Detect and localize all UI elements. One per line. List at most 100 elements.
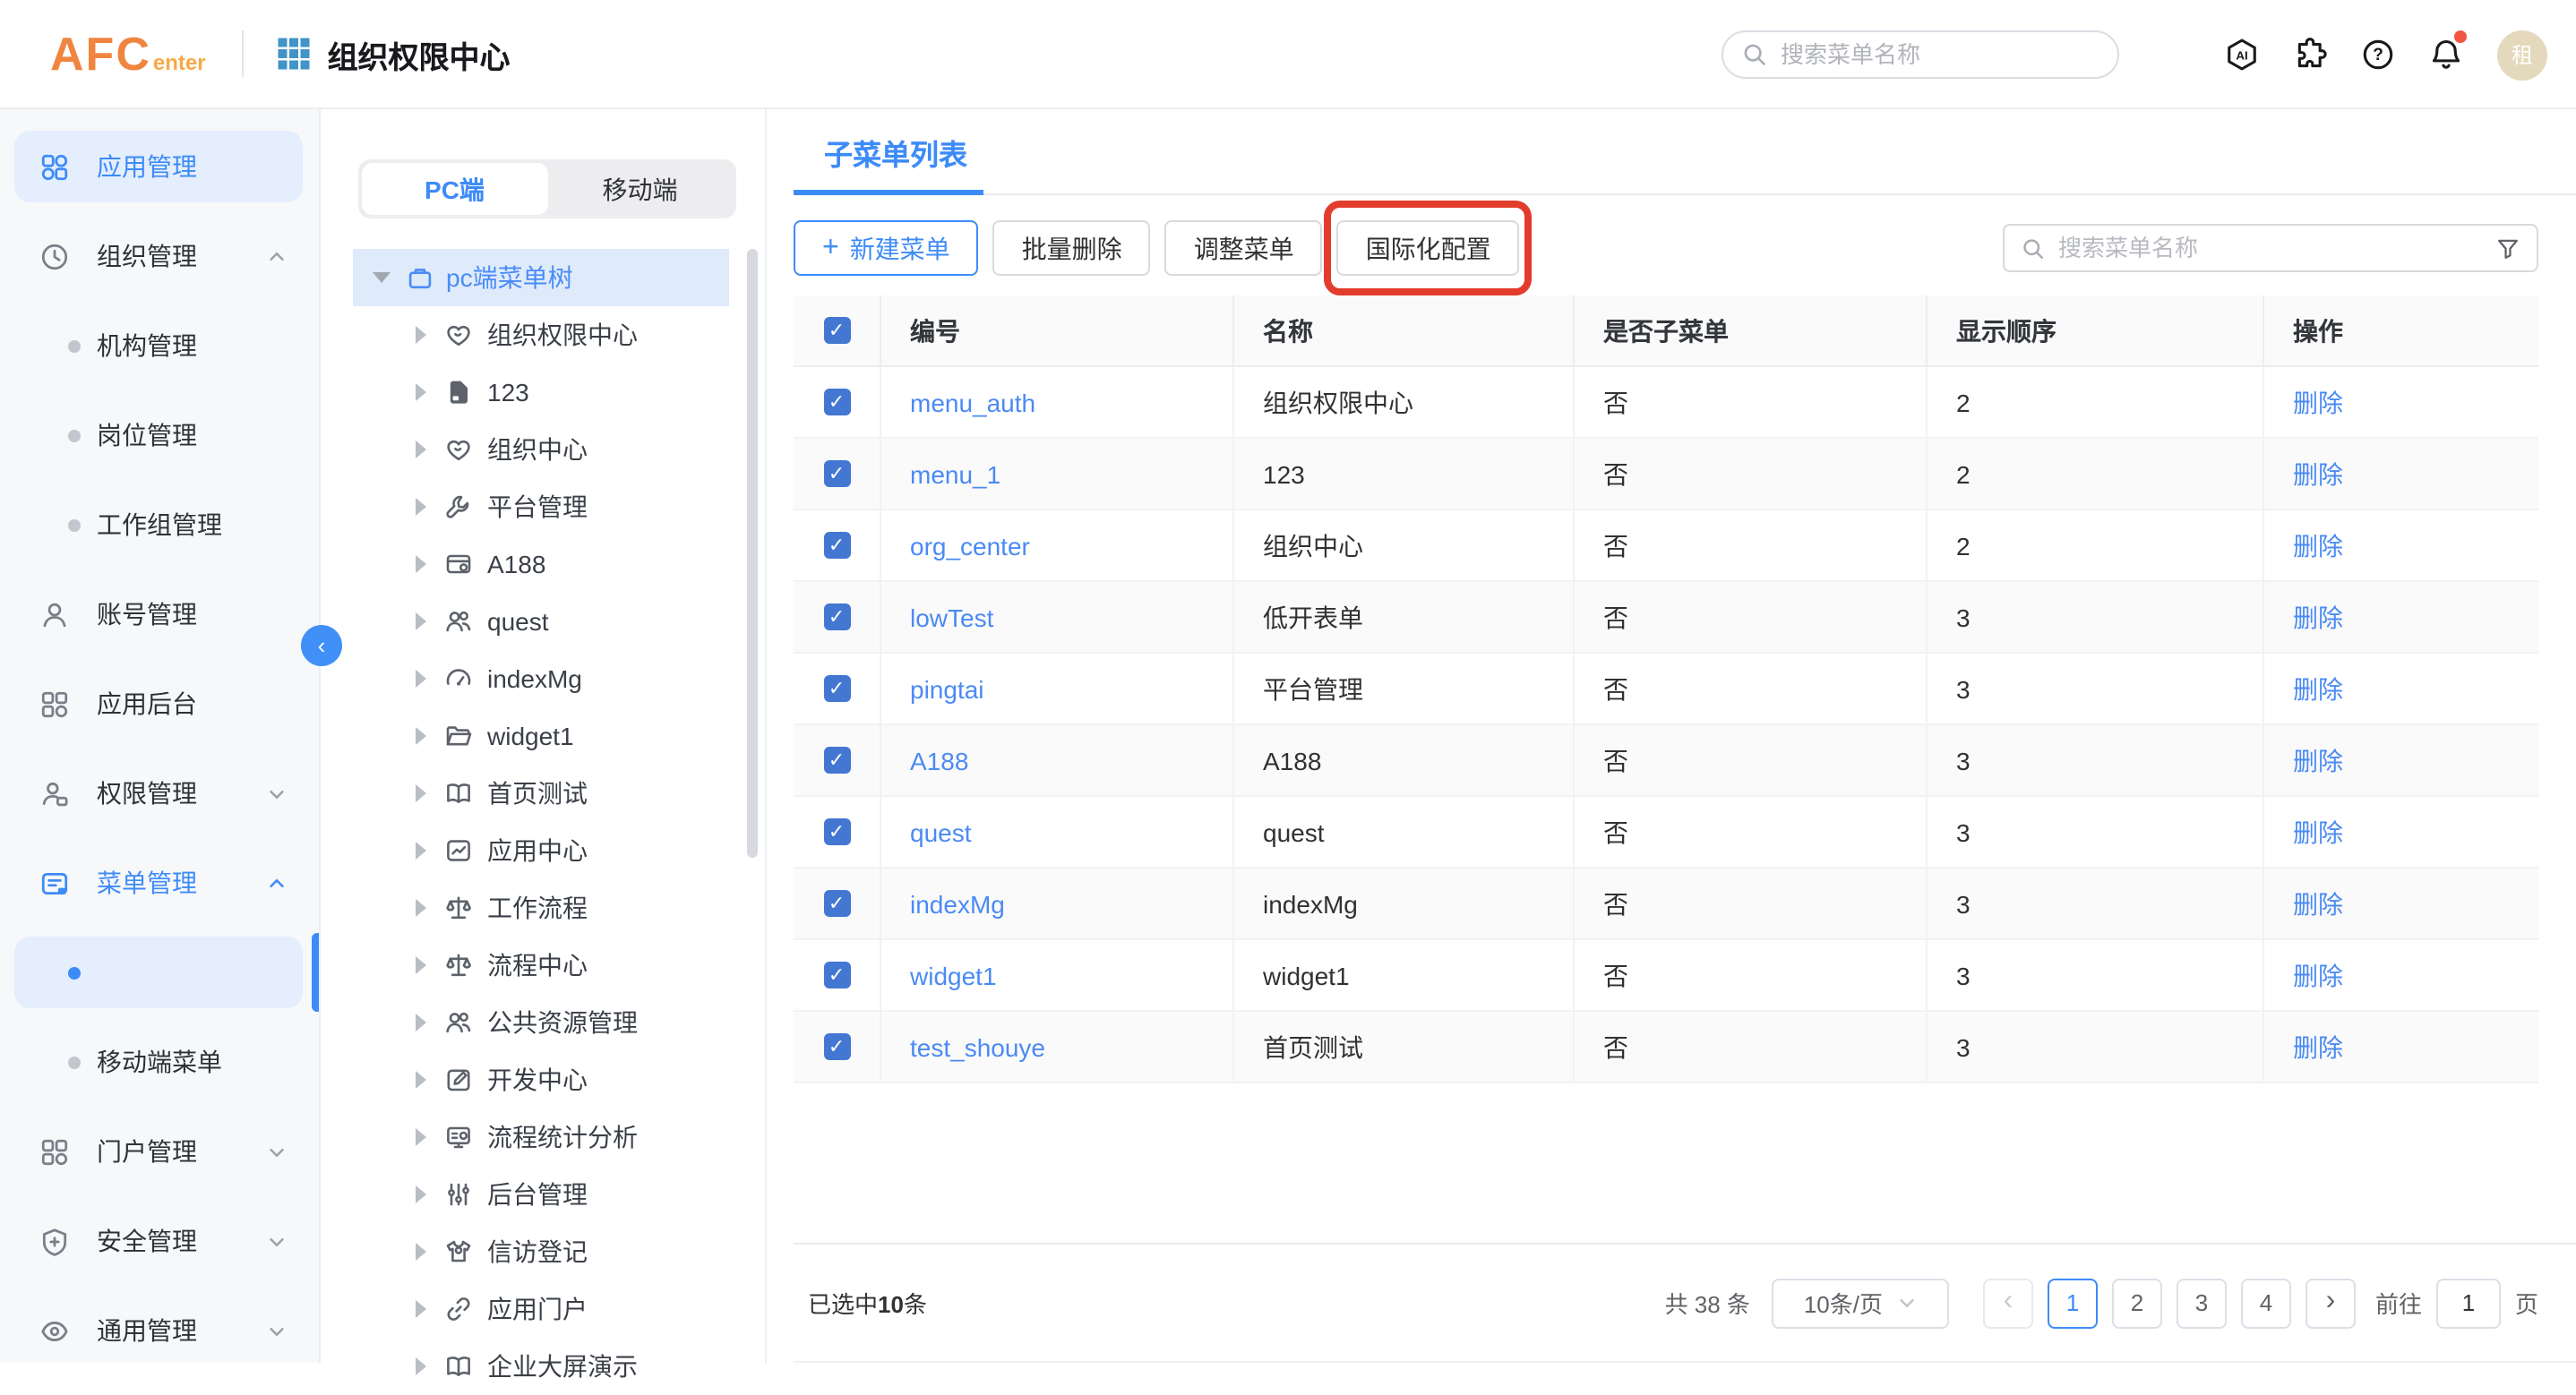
caret-right-icon[interactable]	[416, 1300, 426, 1318]
tree-node[interactable]: 123	[321, 364, 765, 421]
create-menu-button[interactable]: +新建菜单	[794, 220, 979, 276]
delete-link[interactable]: 删除	[2293, 384, 2343, 420]
sidebar-item-post-mgmt[interactable]: 岗位管理	[0, 390, 319, 480]
caret-right-icon[interactable]	[416, 326, 426, 344]
tree-node[interactable]: 首页测试	[321, 765, 765, 822]
caret-right-icon[interactable]	[416, 555, 426, 573]
tree-node[interactable]: 开发中心	[321, 1051, 765, 1108]
sidebar-item-institution-mgmt[interactable]: 机构管理	[0, 301, 319, 390]
delete-link[interactable]: 删除	[2293, 456, 2343, 492]
tree-node[interactable]: 信访登记	[321, 1223, 765, 1280]
delete-link[interactable]: 删除	[2293, 599, 2343, 635]
tree-node[interactable]: 组织权限中心	[321, 306, 765, 364]
global-search[interactable]	[1722, 30, 2119, 79]
tree-node[interactable]: A188	[321, 535, 765, 593]
tree-node[interactable]: 企业大屏演示	[321, 1338, 765, 1395]
tree-node[interactable]: indexMg	[321, 650, 765, 707]
row-checkbox[interactable]: ✓	[823, 1033, 850, 1060]
sidebar-item-portal-mgmt[interactable]: 门户管理	[0, 1107, 319, 1196]
row-checkbox[interactable]: ✓	[823, 389, 850, 415]
prev-page-button[interactable]: ‹	[1983, 1278, 2033, 1328]
tab-mobile[interactable]: 移动端	[547, 163, 733, 215]
delete-link[interactable]: 删除	[2293, 742, 2343, 778]
caret-right-icon[interactable]	[416, 612, 426, 630]
caret-right-icon[interactable]	[416, 1071, 426, 1089]
sidebar-item-app-mgmt[interactable]: 应用管理	[0, 122, 319, 211]
page-button-2[interactable]: 2	[2112, 1278, 2162, 1328]
caret-right-icon[interactable]	[416, 899, 426, 917]
caret-right-icon[interactable]	[416, 1185, 426, 1203]
tree-node[interactable]: 平台管理	[321, 478, 765, 535]
row-checkbox[interactable]: ✓	[823, 818, 850, 845]
table-search[interactable]	[2003, 224, 2538, 272]
tab-pc[interactable]: PC端	[362, 163, 547, 215]
row-checkbox[interactable]: ✓	[823, 675, 850, 702]
sidebar-item-mobile-menu[interactable]: 移动端菜单	[0, 1017, 319, 1107]
caret-right-icon[interactable]	[416, 1128, 426, 1146]
global-search-input[interactable]	[1781, 41, 2067, 68]
sidebar-item-workgroup-mgmt[interactable]: 工作组管理	[0, 480, 319, 569]
help-icon[interactable]: ?	[2361, 38, 2395, 72]
row-checkbox[interactable]: ✓	[823, 460, 850, 487]
tree-node[interactable]: 流程统计分析	[321, 1108, 765, 1166]
sidebar-item-perm-mgmt[interactable]: 权限管理	[0, 749, 319, 838]
tree-node[interactable]: widget1	[321, 707, 765, 765]
tree-node[interactable]: 应用中心	[321, 822, 765, 879]
tab-submenu-list[interactable]: 子菜单列表	[824, 131, 967, 174]
delete-link[interactable]: 删除	[2293, 886, 2343, 921]
plugin-icon[interactable]	[2293, 38, 2327, 72]
tree-root-node[interactable]: pc端菜单树	[353, 249, 729, 306]
row-checkbox[interactable]: ✓	[823, 962, 850, 988]
sidebar-item-general-mgmt[interactable]: 通用管理	[0, 1286, 319, 1363]
sidebar-item-menu-mgmt[interactable]: 菜单管理	[0, 838, 319, 928]
sidebar-item-app-backend[interactable]: 应用后台	[0, 659, 319, 749]
page-button-3[interactable]: 3	[2177, 1278, 2227, 1328]
menu-code-link[interactable]: quest	[910, 817, 972, 846]
menu-code-link[interactable]: widget1	[910, 961, 997, 989]
sidebar-item-org-mgmt[interactable]: 组织管理	[0, 211, 319, 301]
menu-code-link[interactable]: org_center	[910, 531, 1030, 560]
jump-page-input[interactable]	[2436, 1278, 2501, 1328]
caret-right-icon[interactable]	[416, 670, 426, 688]
delete-link[interactable]: 删除	[2293, 814, 2343, 850]
caret-right-icon[interactable]	[416, 727, 426, 745]
avatar[interactable]: 租	[2497, 30, 2547, 80]
menu-code-link[interactable]: test_shouye	[910, 1032, 1045, 1061]
sidebar-item-security-mgmt[interactable]: 安全管理	[0, 1196, 319, 1286]
caret-right-icon[interactable]	[416, 441, 426, 458]
sidebar-item-account-mgmt[interactable]: 账号管理	[0, 569, 319, 659]
tree-node[interactable]: 组织中心	[321, 421, 765, 478]
menu-code-link[interactable]: A188	[910, 746, 968, 775]
delete-link[interactable]: 删除	[2293, 1029, 2343, 1065]
menu-code-link[interactable]: indexMg	[910, 889, 1005, 918]
tree-scrollbar[interactable]	[747, 249, 758, 858]
page-button-1[interactable]: 1	[2048, 1278, 2098, 1328]
ai-icon[interactable]: AI	[2225, 38, 2259, 72]
row-checkbox[interactable]: ✓	[823, 603, 850, 630]
sidebar-collapse-button[interactable]: ‹	[301, 625, 342, 666]
delete-link[interactable]: 删除	[2293, 527, 2343, 563]
table-search-input[interactable]	[2058, 235, 2495, 261]
caret-right-icon[interactable]	[416, 842, 426, 860]
tree-node[interactable]: 流程中心	[321, 937, 765, 994]
caret-right-icon[interactable]	[416, 956, 426, 974]
tree-node[interactable]: quest	[321, 593, 765, 650]
bell-icon[interactable]	[2429, 38, 2463, 72]
select-all-checkbox[interactable]: ✓	[823, 317, 850, 344]
row-checkbox[interactable]: ✓	[823, 890, 850, 917]
delete-link[interactable]: 删除	[2293, 671, 2343, 706]
menu-code-link[interactable]: pingtai	[910, 674, 984, 703]
caret-right-icon[interactable]	[416, 1014, 426, 1031]
adjust-menu-button[interactable]: 调整菜单	[1165, 220, 1323, 276]
batch-delete-button[interactable]: 批量删除	[993, 220, 1151, 276]
caret-right-icon[interactable]	[416, 1357, 426, 1375]
menu-code-link[interactable]: menu_1	[910, 459, 1000, 488]
caret-right-icon[interactable]	[416, 383, 426, 401]
tree-node[interactable]: 应用门户	[321, 1280, 765, 1338]
tree-node[interactable]: 公共资源管理	[321, 994, 765, 1051]
menu-code-link[interactable]: menu_auth	[910, 388, 1035, 416]
row-checkbox[interactable]: ✓	[823, 747, 850, 774]
caret-right-icon[interactable]	[416, 1243, 426, 1261]
next-page-button[interactable]: ›	[2306, 1278, 2356, 1328]
i18n-config-button[interactable]: 国际化配置	[1337, 220, 1520, 276]
